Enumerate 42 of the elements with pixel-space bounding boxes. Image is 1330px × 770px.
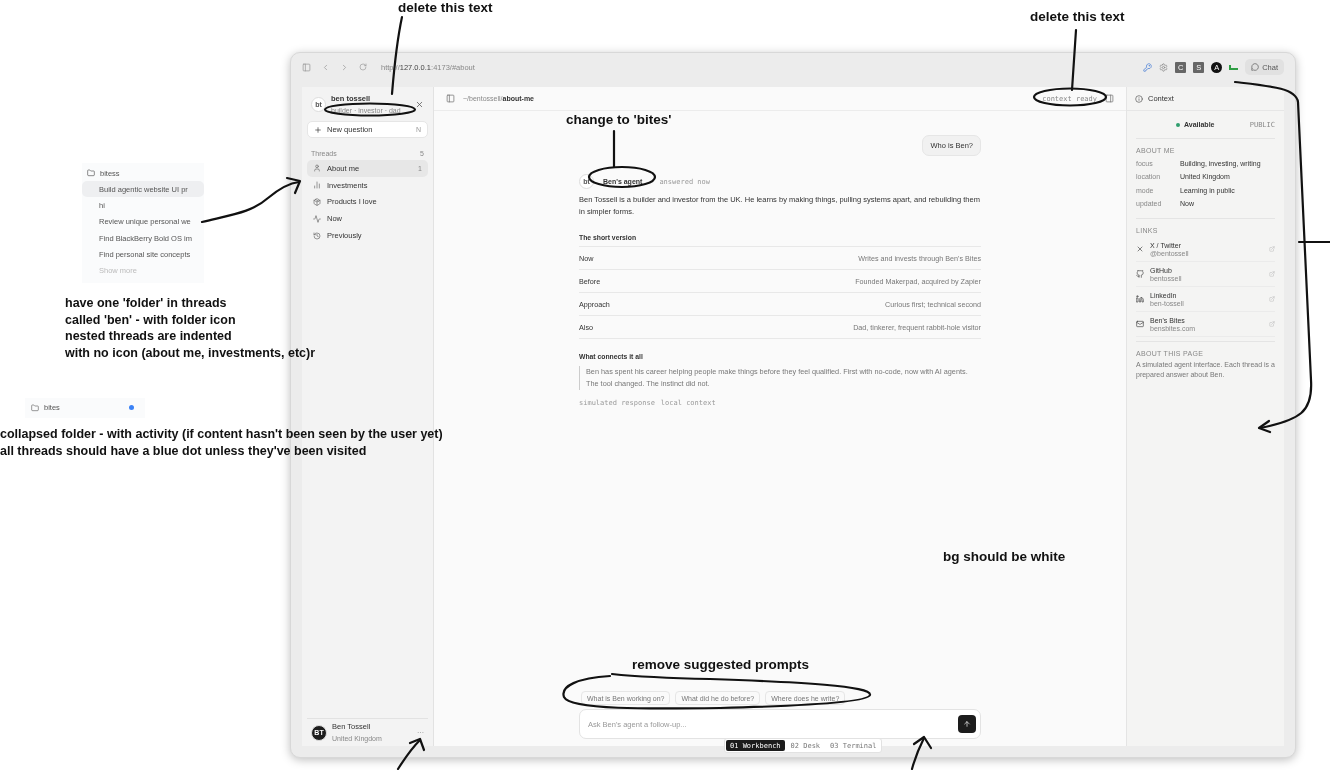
annotation-line	[1070, 28, 1078, 92]
folder-icon	[87, 169, 95, 177]
send-button[interactable]	[958, 715, 976, 733]
annotation-arrow	[910, 735, 933, 770]
annotation-text: bg should be white	[943, 549, 1066, 566]
external-link-icon	[1269, 246, 1275, 253]
plus-icon	[314, 125, 322, 134]
x-icon	[1136, 245, 1144, 254]
external-link-icon	[1269, 321, 1275, 328]
annotation-text: remove suggested prompts	[632, 657, 810, 674]
annotation-text: change to 'bites'	[566, 112, 672, 129]
annotation-text: delete this text	[398, 0, 493, 17]
linkedin-icon	[1136, 295, 1144, 304]
sidebar-icon[interactable]	[302, 62, 311, 72]
settings-icon[interactable]	[1159, 62, 1169, 72]
bar-chart-icon	[313, 181, 321, 190]
annotation-text: delete this text	[1030, 9, 1125, 26]
history-icon	[313, 231, 321, 240]
folder-icon	[31, 403, 39, 412]
external-link-icon	[1269, 271, 1275, 278]
close-icon[interactable]	[415, 99, 424, 109]
mail-icon	[1136, 320, 1144, 329]
external-link-icon	[1269, 296, 1275, 303]
info-icon	[1135, 94, 1143, 103]
sidebar-toggle-icon[interactable]	[446, 94, 455, 103]
pulse-icon	[313, 214, 321, 223]
github-icon	[1136, 270, 1144, 279]
extension-icon[interactable]	[1229, 64, 1239, 70]
reload-icon[interactable]	[359, 63, 367, 71]
package-icon	[313, 198, 321, 206]
annotation-line	[612, 129, 616, 169]
chat-icon	[1251, 63, 1260, 71]
forward-icon[interactable]	[340, 62, 349, 72]
arrow-up-icon	[963, 720, 971, 728]
annotation-arrow	[396, 737, 426, 770]
annotation-text: have one 'folder' in threads called 'ben' - with folder icon nested threads are indented with no icon (about me, investments, etc)r	[65, 295, 316, 361]
person-icon	[313, 164, 321, 173]
back-icon[interactable]	[321, 62, 330, 72]
annotation-text: collapsed folder - with activity (if content hasn't been seen by the user yet) all threads should have a blue dot unless they've been visited	[0, 426, 443, 459]
annotation-line	[1297, 240, 1330, 244]
key-icon[interactable]	[1143, 62, 1153, 72]
panel-toggle-icon[interactable]	[1105, 94, 1114, 103]
